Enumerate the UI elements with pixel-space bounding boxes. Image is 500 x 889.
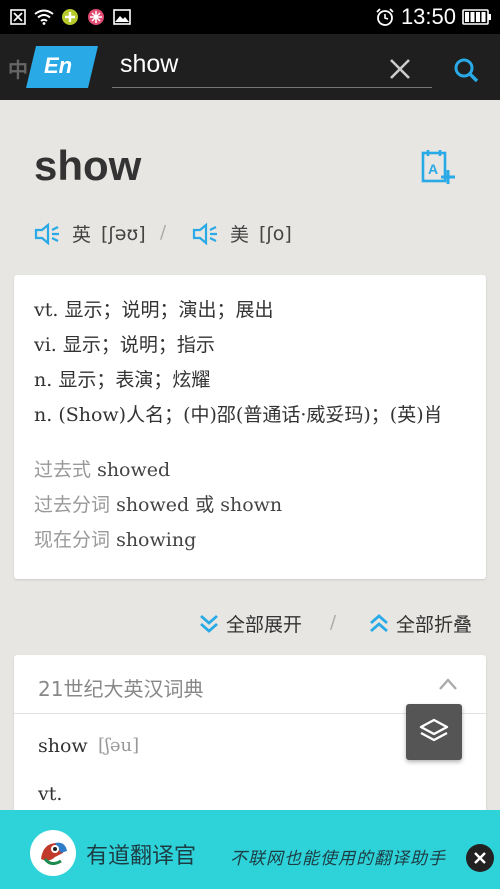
ad-close-button[interactable] [466,844,494,872]
double-chevron-down-icon [200,614,218,633]
lang-english-button[interactable]: En [26,46,98,88]
chevron-up-icon[interactable] [438,677,458,691]
uk-label: 英 [72,224,92,246]
status-time: 13:50 [400,4,456,29]
collapse-all-label: 全部折叠 [396,614,473,636]
ad-slogan: 不联网也能使用的翻译助手 [230,849,446,869]
speaker-icon [34,222,59,245]
speaker-icon [192,222,217,245]
lang-chinese-tab[interactable]: 中 [8,54,28,83]
search-button[interactable] [450,54,482,86]
battery-icon [462,7,492,27]
form-value: showing [116,529,197,551]
double-chevron-up-icon [370,613,388,632]
ad-banner[interactable]: 有道翻译官 不联网也能使用的翻译助手 [0,810,500,889]
dictionary-phonetic: [ʃəu] [98,735,140,756]
svg-text:A: A [428,161,438,177]
plus-circle-icon [60,7,80,27]
layers-button[interactable] [406,704,462,760]
status-icons-right: 13:50 [375,4,492,30]
expand-all-button[interactable]: 全部展开 [198,610,302,637]
form-value: showed 或 shown [116,494,283,516]
headword: show [34,142,142,189]
ad-title: 有道翻译官 [86,844,197,869]
dictionary-title[interactable]: 21世纪大英汉词典 [38,673,203,702]
form-label: 过去分词 [34,494,111,516]
definition-line: vt. 显示；说明；演出；展出 [34,299,274,321]
add-to-wordbook-button[interactable]: A [420,148,456,188]
wordbook-add-icon: A [421,150,455,184]
layers-icon [419,718,449,742]
uk-phonetic: [ʃəʊ] [101,222,146,245]
lang-en-label: En [44,53,73,78]
dictionary-word: show [38,735,88,757]
translator-app-logo-icon [30,830,76,876]
search-bar: 中 En show [0,34,500,100]
definition-line: n. 显示；表演；炫耀 [34,369,211,391]
form-label: 过去式 [34,459,92,481]
wifi-icon [34,7,54,27]
close-icon [390,59,410,79]
alarm-icon [375,7,395,27]
collapse-all-button[interactable]: 全部折叠 [368,610,472,637]
us-pronunciation[interactable]: 美 [ʃo] [192,220,292,247]
close-icon [474,852,486,864]
status-bar: 13:50 [0,0,500,34]
form-label: 现在分词 [34,529,111,551]
expand-all-label: 全部展开 [226,614,303,636]
image-icon [112,7,132,27]
close-box-icon [8,7,28,27]
clear-button[interactable] [384,53,416,85]
definition-line: n. (Show)人名；(中)邵(普通话·威妥玛)；(英)肖 [34,404,443,426]
word-forms: 过去式 showed 过去分词 showed 或 shown 现在分词 show… [34,453,466,558]
definition-line: vi. 显示；说明；指示 [34,334,215,356]
dictionary-pos: vt. [38,783,63,805]
status-icons-left [8,7,132,27]
us-label: 美 [230,224,250,246]
flower-icon [86,7,106,27]
phonetic-separator: / [160,222,167,243]
definition-card: vt. 显示；说明；演出；展出 vi. 显示；说明；指示 n. 显示；表演；炫耀… [14,275,486,579]
search-icon [454,58,479,83]
form-value: showed [97,459,171,481]
action-separator: / [330,612,337,633]
form-past: 过去式 showed [34,453,466,488]
form-present-participle: 现在分词 showing [34,523,466,558]
form-past-participle: 过去分词 showed 或 shown [34,488,466,523]
us-phonetic: [ʃo] [259,222,292,245]
uk-pronunciation[interactable]: 英 [ʃəʊ] [34,220,146,247]
